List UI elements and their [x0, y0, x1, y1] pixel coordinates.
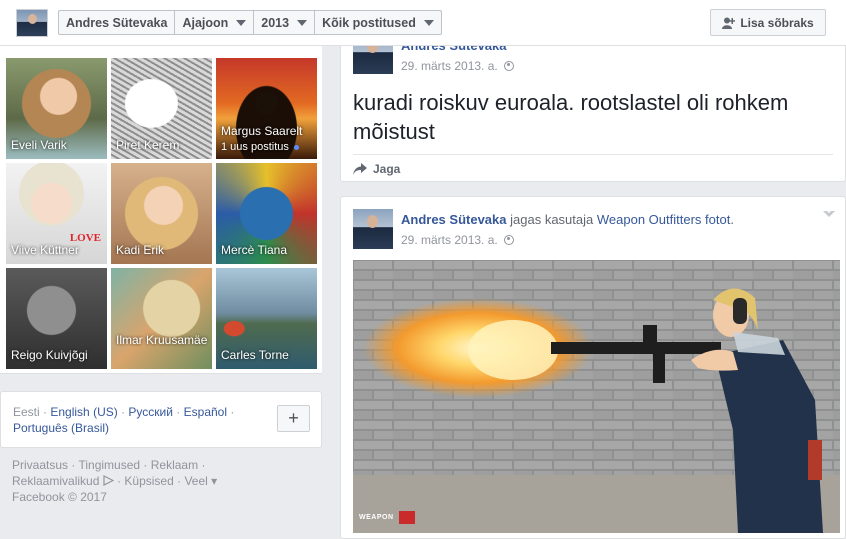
post-filter-dropdown[interactable]: Kõik postitused	[315, 11, 441, 34]
shared-photo-link[interactable]: fotot	[705, 212, 730, 227]
current-language: Eesti	[13, 405, 40, 419]
post-date: 29. märts 2013. a.	[401, 233, 498, 247]
language-link[interactable]: Русский	[128, 405, 173, 419]
shooting-range-photo	[353, 260, 840, 533]
friend-tile[interactable]: Mercè Tiana	[216, 163, 317, 264]
footer-link-privacy[interactable]: Privaatsus	[12, 458, 68, 472]
photo-watermark: WEAPON	[359, 514, 394, 521]
globe-icon	[503, 61, 514, 71]
friend-new-post-count: 1 uus postitus	[221, 141, 299, 153]
footer-more-label: Veel	[184, 474, 208, 488]
friend-tile[interactable]: Piret Kerem	[111, 58, 212, 159]
share-label: Jaga	[373, 162, 401, 176]
chevron-down-icon	[297, 19, 308, 26]
timeline-post: Andres Sütevaka 29. märts 2013. a. kurad…	[340, 30, 846, 182]
friend-tile[interactable]: Eveli Varik	[6, 58, 107, 159]
profile-thumbnail[interactable]	[16, 9, 48, 37]
footer-link-advertising[interactable]: Reklaam	[151, 458, 198, 472]
share-arrow-icon	[353, 163, 367, 175]
chevron-down-icon	[236, 19, 247, 26]
copyright: Facebook © 2017	[12, 490, 107, 504]
post-date: 29. märts 2013. a.	[401, 59, 498, 73]
share-button[interactable]: Jaga	[353, 162, 400, 176]
friend-name: Carles Torne	[221, 348, 289, 362]
friend-tile[interactable]: Margus Saarelt 1 uus postitus	[216, 58, 317, 159]
friend-tile[interactable]: Kadi Erik	[111, 163, 212, 264]
unread-dot-icon	[293, 144, 299, 150]
post-timestamp[interactable]: 29. märts 2013. a.	[401, 59, 514, 73]
add-friend-label: Lisa sõbraks	[740, 15, 814, 30]
friend-name: Kadi Erik	[116, 243, 165, 257]
footer-links: Privaatsus · Tingimused · Reklaam · Rekl…	[12, 458, 218, 504]
friend-name: Mercè Tiana	[221, 243, 288, 257]
friends-grid: Eveli Varik Piret Kerem Margus Saarelt 1…	[0, 46, 322, 374]
friend-tile[interactable]: Reigo Kuivjõgi	[6, 268, 107, 369]
friend-tile[interactable]: LOVE Viive Küttner	[6, 163, 107, 264]
add-friend-icon	[722, 17, 736, 29]
post-author[interactable]: Andres Sütevaka	[401, 212, 507, 227]
timeline-breadcrumb: Andres Sütevaka Ajajoon 2013 Kõik postit…	[58, 10, 442, 35]
friend-name: Piret Kerem	[116, 138, 180, 152]
post-options-chevron-icon[interactable]	[823, 209, 835, 217]
language-link[interactable]: Español	[184, 405, 227, 419]
timeline-nav-bar: Andres Sütevaka Ajajoon 2013 Kõik postit…	[0, 0, 846, 46]
friend-tile[interactable]: Ilmar Kruusamäe	[111, 268, 212, 369]
language-link[interactable]: Português (Brasil)	[13, 421, 109, 435]
timeline-post: Andres Sütevaka jagas kasutaja Weapon Ou…	[340, 196, 846, 539]
shared-page-link[interactable]: Weapon Outfitters	[597, 212, 702, 227]
friend-name: Ilmar Kruusamäe	[116, 333, 208, 347]
post-text: kuradi roiskuv euroala. rootslastel oli …	[353, 90, 789, 144]
chevron-down-icon	[423, 19, 434, 26]
year-dropdown[interactable]: 2013	[254, 11, 316, 34]
language-list: Eesti · English (US) · Русский · Español…	[13, 405, 235, 435]
post-filter-label: Kõik postitused	[322, 15, 416, 30]
footer-link-terms[interactable]: Tingimused	[78, 458, 140, 472]
ad-choices-icon	[103, 475, 115, 486]
divider	[353, 154, 833, 155]
language-link[interactable]: English (US)	[50, 405, 117, 419]
globe-icon	[503, 235, 514, 245]
friend-name: Margus Saarelt	[221, 124, 303, 138]
shared-info: jagas kasutaja Weapon Outfitters fotot.	[510, 212, 734, 227]
more-languages-button[interactable]: +	[277, 405, 310, 432]
language-selector-card: Eesti · English (US) · Русский · Español…	[0, 391, 322, 448]
footer-link-cookies[interactable]: Küpsised	[124, 474, 173, 488]
profile-name-label: Andres Sütevaka	[66, 15, 168, 30]
period: .	[730, 212, 734, 227]
timeline-dropdown[interactable]: Ajajoon	[175, 11, 255, 34]
timeline-label: Ajajoon	[182, 15, 229, 30]
footer-link-more[interactable]: Veel ▾	[184, 474, 217, 488]
new-post-label: 1 uus postitus	[221, 141, 289, 153]
post-timestamp[interactable]: 29. märts 2013. a.	[401, 233, 514, 247]
year-label: 2013	[261, 15, 290, 30]
shared-photo[interactable]: WEAPON	[353, 260, 840, 533]
friend-name: Reigo Kuivjõgi	[11, 348, 88, 362]
profile-name-link[interactable]: Andres Sütevaka	[59, 11, 176, 34]
friend-name: Viive Küttner	[11, 243, 79, 257]
friend-name: Eveli Varik	[11, 138, 67, 152]
add-friend-button[interactable]: Lisa sõbraks	[710, 9, 826, 36]
footer-link-ad-choices[interactable]: Reklaamivalikud	[12, 474, 99, 488]
author-avatar[interactable]	[353, 209, 393, 249]
friend-tile[interactable]: Carles Torne	[216, 268, 317, 369]
plus-icon: +	[288, 408, 299, 428]
shared-text: jagas kasutaja	[510, 212, 594, 227]
post-header: Andres Sütevaka jagas kasutaja Weapon Ou…	[401, 212, 734, 227]
